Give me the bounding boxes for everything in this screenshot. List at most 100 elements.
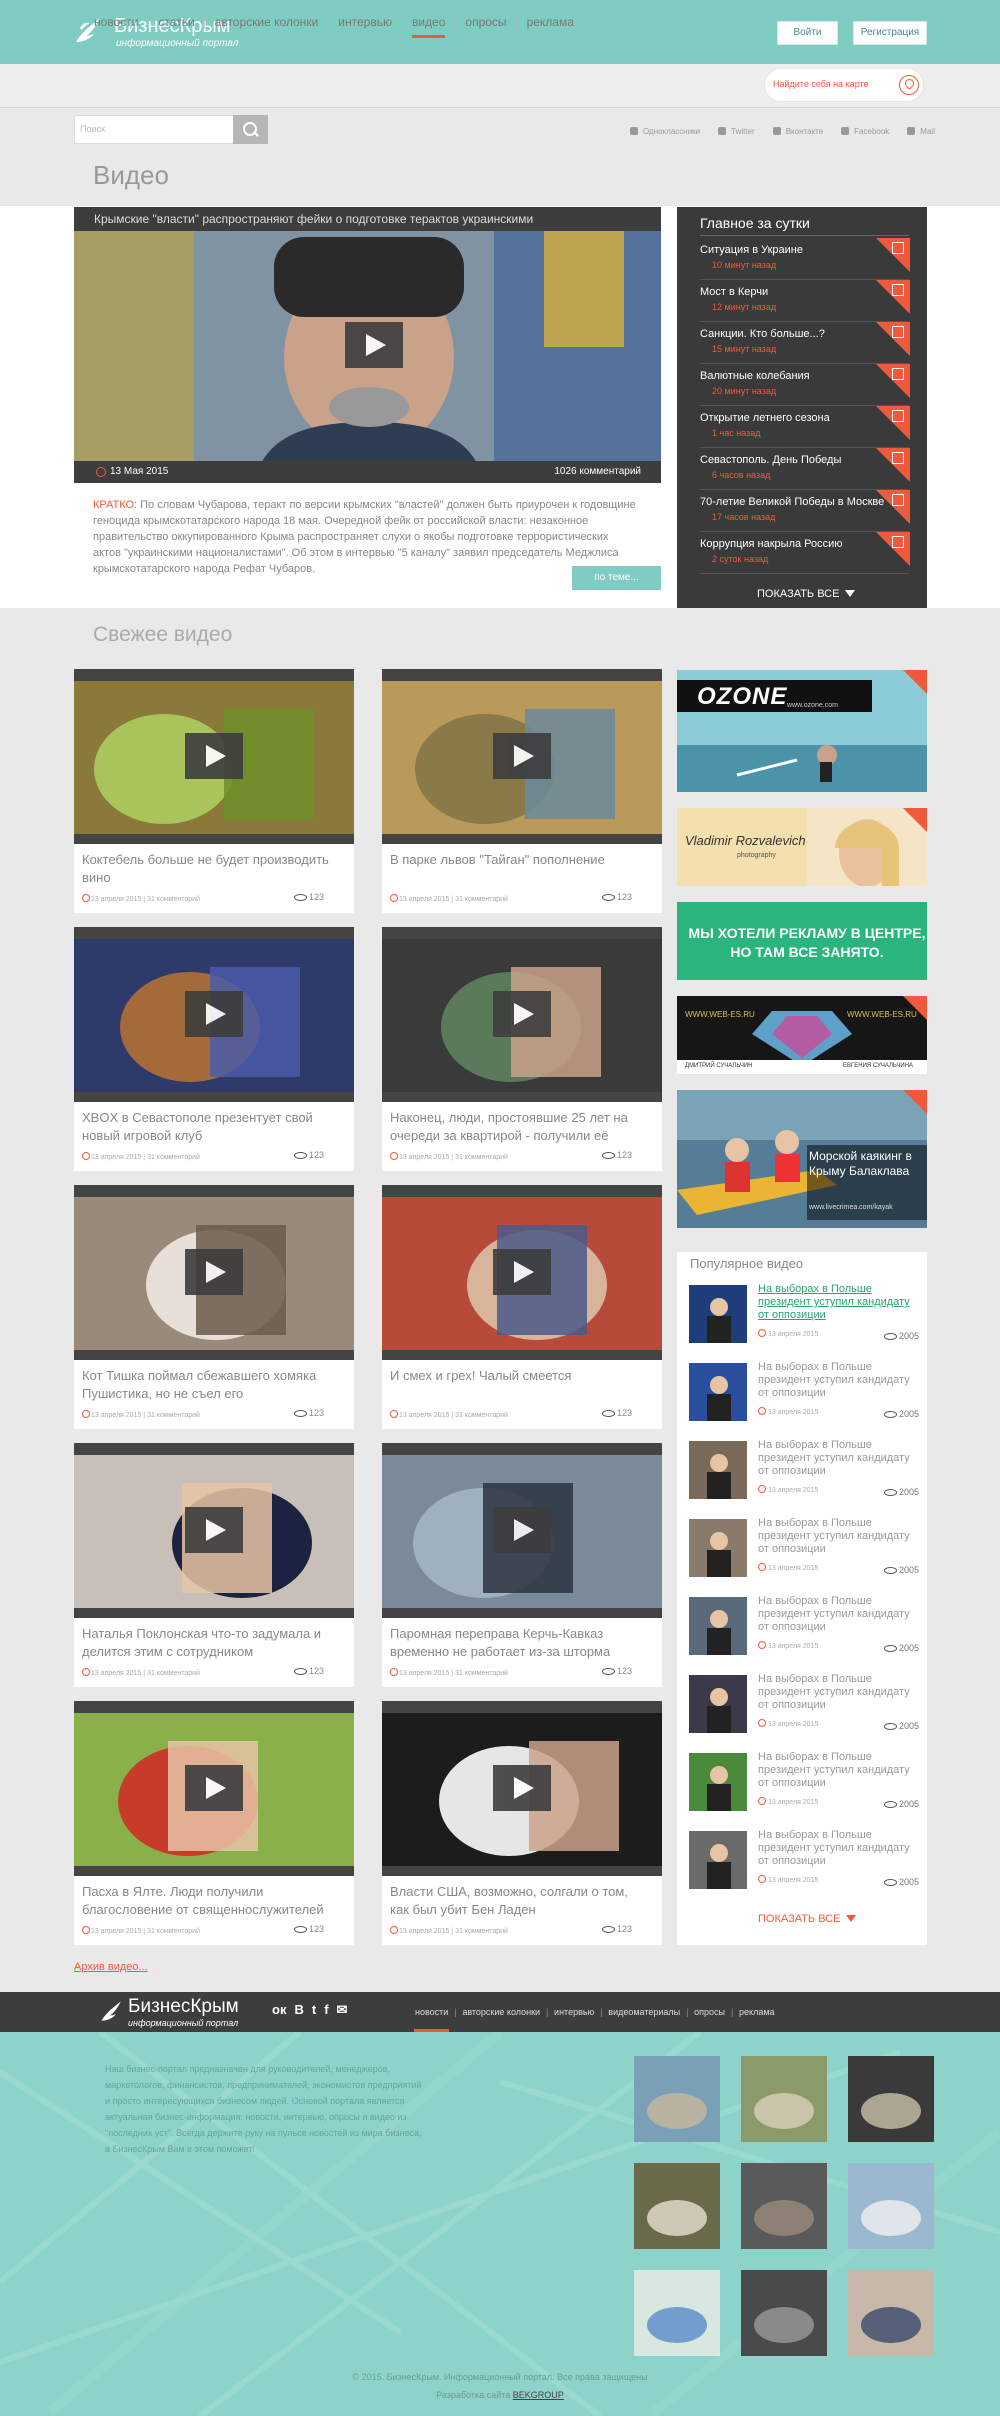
- video-card-title[interactable]: Власти США, возможно, солгали о том, как…: [390, 1883, 650, 1919]
- popular-thumbnail[interactable]: [689, 1831, 747, 1889]
- video-card[interactable]: Наконец, люди, простоявшие 25 лет на оче…: [382, 927, 662, 1171]
- video-thumbnail[interactable]: [382, 669, 662, 844]
- footer-social-4-icon[interactable]: ✉: [337, 2003, 348, 2017]
- footer-photo[interactable]: [848, 2270, 934, 2356]
- popular-item[interactable]: На выборах в Польше президент уступил ка…: [689, 1283, 919, 1357]
- social-link-4[interactable]: Mail: [907, 124, 935, 138]
- footer-nav-item-2[interactable]: интервью: [546, 1992, 601, 2032]
- video-card-title[interactable]: XBOX в Севастополе презентует свой новый…: [82, 1109, 342, 1145]
- video-thumbnail[interactable]: [382, 1443, 662, 1618]
- popular-title[interactable]: На выборах в Польше президент уступил ка…: [758, 1439, 923, 1478]
- map-finder-button[interactable]: Найдите себя на карте: [764, 68, 924, 102]
- footer-photo[interactable]: [634, 2163, 720, 2249]
- footer-nav-item-4[interactable]: опросы: [686, 1992, 732, 2032]
- top-news-item[interactable]: Севастополь. День Победы 6 часов назад: [700, 448, 910, 490]
- video-thumbnail[interactable]: [74, 1701, 354, 1876]
- popular-item[interactable]: На выборах в Польше президент уступил ка…: [689, 1829, 919, 1903]
- popular-item[interactable]: На выборах в Польше президент уступил ка…: [689, 1517, 919, 1591]
- search-input[interactable]: Поиск: [74, 115, 234, 144]
- footer-social-1-icon[interactable]: В: [294, 2003, 303, 2017]
- nav-item-0[interactable]: новости: [84, 15, 148, 29]
- footer-nav-item-3[interactable]: видеоматериалы: [600, 1992, 687, 2032]
- nav-item-1[interactable]: статьи: [146, 15, 204, 29]
- popular-thumbnail[interactable]: [689, 1363, 747, 1421]
- popular-thumbnail[interactable]: [689, 1675, 747, 1733]
- popular-title[interactable]: На выборах в Польше президент уступил ка…: [758, 1595, 923, 1634]
- video-card[interactable]: Наталья Поклонская что-то задумала и дел…: [74, 1443, 354, 1687]
- video-thumbnail[interactable]: [382, 1701, 662, 1876]
- login-button[interactable]: Войти: [777, 21, 838, 45]
- top-news-show-all[interactable]: ПОКАЗАТЬ ВСЕ: [757, 588, 856, 600]
- play-icon[interactable]: [185, 1765, 243, 1811]
- play-icon[interactable]: [493, 1507, 551, 1553]
- nav-item-3[interactable]: интервью: [326, 15, 402, 29]
- top-news-item[interactable]: Ситуация в Украине 10 минут назад: [700, 238, 910, 280]
- play-icon[interactable]: [185, 1249, 243, 1295]
- popular-title[interactable]: На выборах в Польше президент уступил ка…: [758, 1283, 923, 1322]
- popular-title[interactable]: На выборах в Польше президент уступил ка…: [758, 1517, 923, 1556]
- social-link-2[interactable]: Вконтакте: [772, 124, 823, 138]
- popular-item[interactable]: На выборах в Польше президент уступил ка…: [689, 1751, 919, 1825]
- footer-social-2-icon[interactable]: t: [312, 2003, 316, 2017]
- archive-link[interactable]: Архив видео...: [74, 1961, 148, 1973]
- related-button[interactable]: по теме...: [572, 566, 661, 590]
- play-icon[interactable]: [493, 1249, 551, 1295]
- popular-item[interactable]: На выборах в Польше президент уступил ка…: [689, 1673, 919, 1747]
- footer-photo[interactable]: [741, 2163, 827, 2249]
- footer-photo[interactable]: [848, 2163, 934, 2249]
- video-thumbnail[interactable]: [74, 1443, 354, 1618]
- popular-title[interactable]: На выборах в Польше президент уступил ка…: [758, 1829, 923, 1868]
- video-thumbnail[interactable]: [74, 669, 354, 844]
- play-icon[interactable]: [185, 991, 243, 1037]
- video-card[interactable]: Власти США, возможно, солгали о том, как…: [382, 1701, 662, 1945]
- play-icon[interactable]: [185, 733, 243, 779]
- footer-photo[interactable]: [634, 2270, 720, 2356]
- popular-item[interactable]: На выборах в Польше президент уступил ка…: [689, 1439, 919, 1513]
- ad-promo[interactable]: МЫ ХОТЕЛИ РЕКЛАМУ В ЦЕНТРЕ, НО ТАМ ВСЕ З…: [677, 902, 927, 980]
- video-card[interactable]: XBOX в Севастополе презентует свой новый…: [74, 927, 354, 1171]
- popular-thumbnail[interactable]: [689, 1753, 747, 1811]
- footer-nav-item-1[interactable]: авторские колонки: [454, 1992, 547, 2032]
- nav-item-6[interactable]: реклама: [515, 15, 584, 29]
- video-card-title[interactable]: Наталья Поклонская что-то задумала и дел…: [82, 1625, 342, 1661]
- popular-item[interactable]: На выборах в Польше президент уступил ка…: [689, 1361, 919, 1435]
- footer-photo[interactable]: [634, 2056, 720, 2142]
- footer-social-3-icon[interactable]: f: [324, 2003, 328, 2017]
- video-card[interactable]: Коктебель больше не будет производить ви…: [74, 669, 354, 913]
- ad-ozone[interactable]: OZONE www.ozone.com: [677, 670, 927, 792]
- play-icon[interactable]: [493, 991, 551, 1037]
- footer-nav-item-5[interactable]: реклама: [731, 1992, 782, 2032]
- video-card-title[interactable]: Паромная переправа Керчь-Кавказ временно…: [390, 1625, 650, 1661]
- popular-title[interactable]: На выборах в Польше президент уступил ка…: [758, 1673, 923, 1712]
- main-video-comments[interactable]: 1026 комментарий: [554, 461, 641, 483]
- top-news-item[interactable]: Коррупция накрыла Россию 2 суток назад: [700, 532, 910, 574]
- video-card-title[interactable]: Кот Тишка поймал сбежавшего хомяка Пушис…: [82, 1367, 342, 1403]
- top-news-item[interactable]: Мост в Керчи 12 минут назад: [700, 280, 910, 322]
- video-thumbnail[interactable]: [382, 927, 662, 1102]
- video-card[interactable]: Пасха в Ялте. Люди получили благословени…: [74, 1701, 354, 1945]
- video-card-title[interactable]: Коктебель больше не будет производить ви…: [82, 851, 342, 887]
- footer-nav-item-0[interactable]: новости: [408, 1992, 455, 2032]
- video-card-title[interactable]: Пасха в Ялте. Люди получили благословени…: [82, 1883, 342, 1919]
- play-icon[interactable]: [345, 322, 403, 368]
- search-button[interactable]: [233, 115, 268, 144]
- popular-thumbnail[interactable]: [689, 1285, 747, 1343]
- social-link-3[interactable]: Facebook: [841, 124, 889, 138]
- popular-title[interactable]: На выборах в Польше президент уступил ка…: [758, 1751, 923, 1790]
- play-icon[interactable]: [493, 1765, 551, 1811]
- ad-kayak[interactable]: Морской каякинг в Крыму Балаклава www.li…: [677, 1090, 927, 1228]
- top-news-item[interactable]: 70-летие Великой Победы в Москве 17 часов…: [700, 490, 910, 532]
- footer-photo[interactable]: [741, 2056, 827, 2142]
- video-card[interactable]: Кот Тишка поймал сбежавшего хомяка Пушис…: [74, 1185, 354, 1429]
- play-icon[interactable]: [493, 733, 551, 779]
- ad-webes[interactable]: WWW.WEB-ES.RU WWW.WEB-ES.RU ДМИТРИЙ СУЧА…: [677, 996, 927, 1074]
- top-news-item[interactable]: Валютные колебания 20 минут назад: [700, 364, 910, 406]
- footer-photo[interactable]: [741, 2270, 827, 2356]
- video-thumbnail[interactable]: [382, 1185, 662, 1360]
- popular-thumbnail[interactable]: [689, 1441, 747, 1499]
- video-thumbnail[interactable]: [74, 927, 354, 1102]
- video-card-title[interactable]: Наконец, люди, простоявшие 25 лет на оче…: [390, 1109, 650, 1145]
- popular-show-all[interactable]: ПОКАЗАТЬ ВСЕ: [758, 1913, 857, 1925]
- popular-thumbnail[interactable]: [689, 1519, 747, 1577]
- video-card[interactable]: Паромная переправа Керчь-Кавказ временно…: [382, 1443, 662, 1687]
